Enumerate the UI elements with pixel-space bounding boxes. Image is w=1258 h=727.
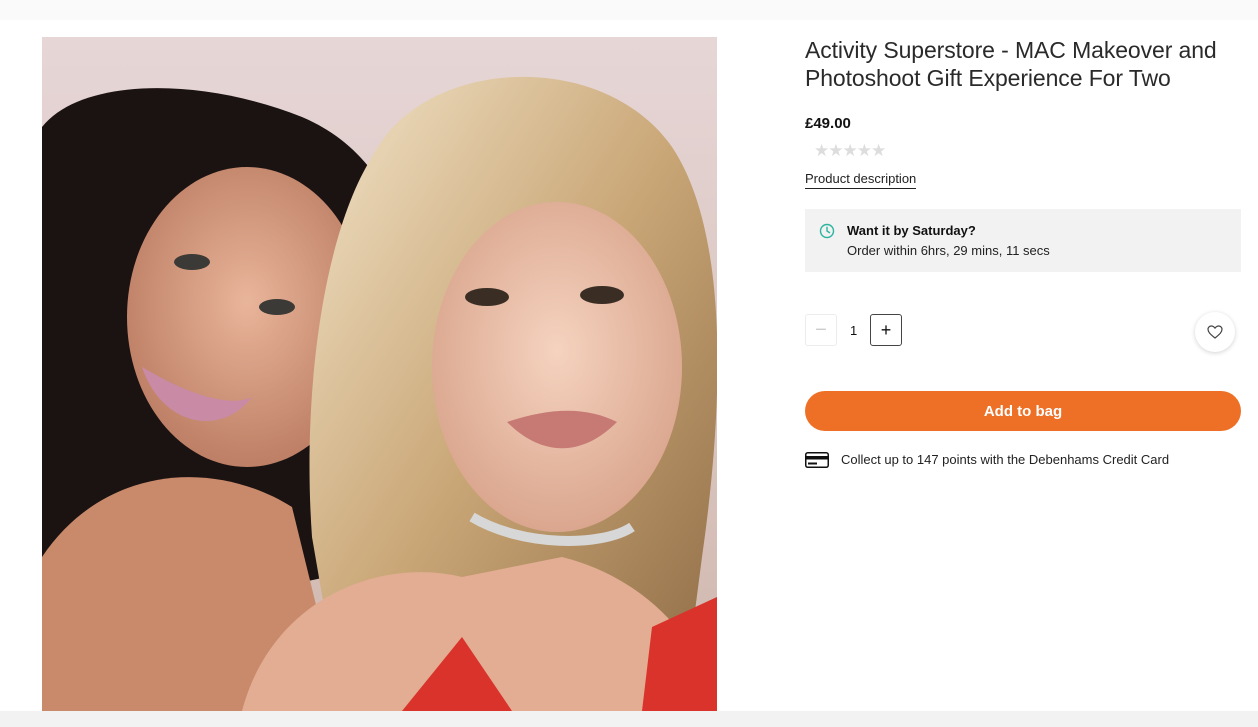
clock-icon	[819, 223, 835, 239]
quantity-increase-button[interactable]: +	[870, 314, 902, 346]
product-title: Activity Superstore - MAC Makeover and P…	[805, 37, 1217, 91]
product-details: Activity Superstore - MAC Makeover and P…	[805, 36, 1241, 468]
product-description-link[interactable]: Product description	[805, 171, 917, 189]
product-price: £49.00	[805, 115, 851, 132]
top-bar	[0, 0, 1258, 20]
credit-card-promo-text: Collect up to 147 points with the Debenh…	[841, 452, 1170, 467]
add-to-bag-button[interactable]: Add to bag	[805, 391, 1241, 431]
delivery-heading: Want it by Saturday?	[847, 223, 976, 238]
credit-card-promo: Collect up to 147 points with the Debenh…	[805, 450, 1241, 470]
wishlist-button[interactable]	[1195, 312, 1235, 352]
credit-card-icon	[805, 452, 829, 468]
delivery-countdown-box: Want it by Saturday? Order within 6hrs, …	[805, 209, 1241, 272]
bottom-bar	[0, 711, 1258, 727]
rating-stars[interactable]: ★★★★★	[814, 141, 886, 161]
product-photo-illustration	[42, 37, 717, 711]
quantity-decrease-button[interactable]: −	[805, 314, 837, 346]
quantity-value: 1	[850, 323, 858, 338]
delivery-countdown: Order within 6hrs, 29 mins, 11 secs	[847, 243, 1050, 258]
product-image[interactable]	[42, 37, 717, 711]
heart-icon	[1207, 325, 1223, 339]
